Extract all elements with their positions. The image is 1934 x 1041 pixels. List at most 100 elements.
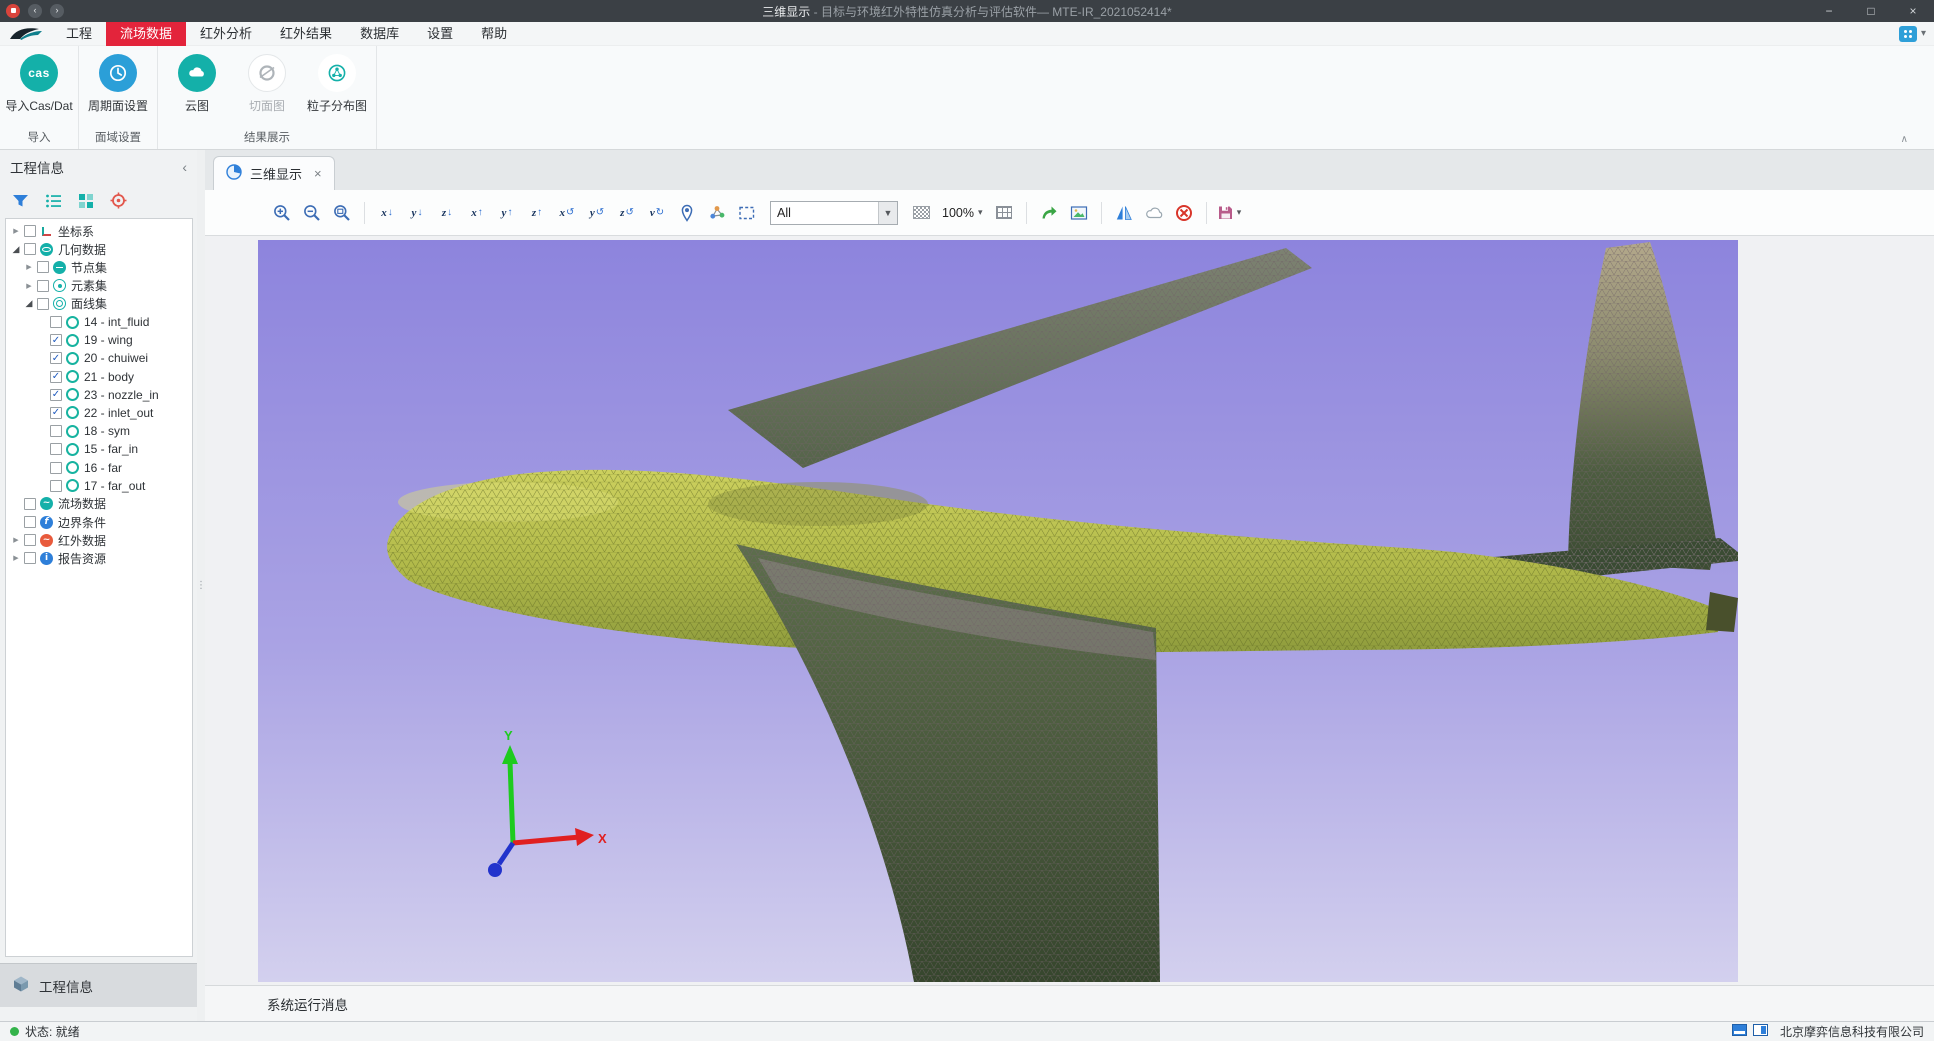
tree-checkbox[interactable] xyxy=(37,280,49,292)
menu-item-7[interactable]: 帮助 xyxy=(467,22,521,46)
panel-collapse-icon[interactable]: ‹ xyxy=(182,159,187,175)
tree-item-node-set[interactable]: ▶节点集 xyxy=(6,258,192,276)
view-x-button-7[interactable]: x↺ xyxy=(554,199,581,227)
tree-item-flow-field-data[interactable]: 流场数据 xyxy=(6,495,192,513)
tree-item-surface-23[interactable]: ✓23 - nozzle_in xyxy=(6,386,192,404)
tree-item-surface-17[interactable]: 17 - far_out xyxy=(6,477,192,495)
tree-checkbox[interactable] xyxy=(50,462,62,474)
tree-checkbox[interactable] xyxy=(37,261,49,273)
undo-button[interactable]: ‹ xyxy=(28,4,42,18)
quick-toolbar-icon[interactable] xyxy=(1899,26,1917,42)
node-display-button[interactable] xyxy=(704,199,731,227)
list-view-icon[interactable] xyxy=(45,193,62,209)
tree-expander-icon[interactable]: ▶ xyxy=(10,536,22,544)
app-menu-button[interactable] xyxy=(6,4,20,18)
snapshot-button[interactable] xyxy=(1065,199,1092,227)
tree-item-surface-18[interactable]: 18 - sym xyxy=(6,422,192,440)
tree-checkbox[interactable] xyxy=(24,225,36,237)
tab-3d-display[interactable]: 三维显示 × xyxy=(213,156,335,190)
ribbon-button-particle-distribution[interactable]: 粒子分布图 xyxy=(304,52,370,125)
save-chevron-icon[interactable]: ▾ xyxy=(1237,207,1242,218)
view-z-button-6[interactable]: z↑ xyxy=(524,199,551,227)
tree-checkbox[interactable] xyxy=(24,516,36,528)
view-x-button-4[interactable]: x↑ xyxy=(464,199,491,227)
tree-checkbox[interactable]: ✓ xyxy=(50,334,62,346)
tree-checkbox[interactable]: ✓ xyxy=(50,371,62,383)
tree-expander-icon[interactable]: ▶ xyxy=(10,227,22,235)
locate-target-icon[interactable] xyxy=(110,192,127,209)
tree-item-geometry-data[interactable]: ◢几何数据 xyxy=(6,240,192,258)
close-button[interactable]: × xyxy=(1892,0,1934,22)
filter-icon[interactable] xyxy=(12,193,29,209)
clear-display-button[interactable] xyxy=(1170,199,1197,227)
tree-item-coordinate-system[interactable]: ▶坐标系 xyxy=(6,222,192,240)
tree-expander-icon[interactable]: ▶ xyxy=(23,263,35,271)
view-y-button-5[interactable]: y↑ xyxy=(494,199,521,227)
tree-item-surface-14[interactable]: 14 - int_fluid xyxy=(6,313,192,331)
tree-item-boundary-conditions[interactable]: 边界条件 xyxy=(6,513,192,531)
view-x-button-1[interactable]: x↓ xyxy=(374,199,401,227)
menu-item-2[interactable]: 流场数据 xyxy=(106,22,186,46)
tree-item-surface-15[interactable]: 15 - far_in xyxy=(6,440,192,458)
tree-checkbox[interactable] xyxy=(50,316,62,328)
tree-item-element-set[interactable]: ▶元素集 xyxy=(6,277,192,295)
grid-button[interactable] xyxy=(990,199,1017,227)
ribbon-collapse-icon[interactable]: ∧ xyxy=(1901,134,1908,145)
menu-item-6[interactable]: 设置 xyxy=(413,22,467,46)
menu-item-4[interactable]: 红外结果 xyxy=(266,22,346,46)
ribbon-button-periodic-surface[interactable]: 周期面设置 xyxy=(85,52,151,125)
view-v-button-10[interactable]: v↻ xyxy=(644,199,671,227)
tree-checkbox[interactable]: ✓ xyxy=(50,352,62,364)
texture-button[interactable] xyxy=(908,199,935,227)
tree-checkbox[interactable] xyxy=(24,534,36,546)
tree-item-face-set[interactable]: ◢面线集 xyxy=(6,295,192,313)
tree-item-infrared-data[interactable]: ▶红外数据 xyxy=(6,531,192,549)
cloud-display-button[interactable] xyxy=(1140,199,1167,227)
tree-item-surface-16[interactable]: 16 - far xyxy=(6,458,192,476)
tree-item-surface-19[interactable]: ✓19 - wing xyxy=(6,331,192,349)
panel-layout-icon-1[interactable] xyxy=(1732,1024,1747,1039)
grid-view-icon[interactable] xyxy=(78,193,94,209)
menu-item-1[interactable]: 工程 xyxy=(52,22,106,46)
box-select-button[interactable] xyxy=(734,199,761,227)
view-z-button-9[interactable]: z↺ xyxy=(614,199,641,227)
panel-layout-icon-2[interactable] xyxy=(1753,1024,1768,1039)
zoom-level-dropdown[interactable]: 100% ▾ xyxy=(942,206,983,220)
zoom-out-button[interactable] xyxy=(299,199,326,227)
menu-item-5[interactable]: 数据库 xyxy=(346,22,413,46)
tree-expander-icon[interactable]: ◢ xyxy=(10,244,22,255)
tree-expander-icon[interactable]: ▶ xyxy=(23,282,35,290)
tree-item-surface-20[interactable]: ✓20 - chuiwei xyxy=(6,349,192,367)
minimize-button[interactable]: − xyxy=(1808,0,1850,22)
locate-button[interactable] xyxy=(674,199,701,227)
ribbon-button-contour-map[interactable]: 云图 xyxy=(164,52,230,125)
display-filter-select[interactable]: All ▼ xyxy=(770,201,898,225)
view-y-button-2[interactable]: y↓ xyxy=(404,199,431,227)
save-view-button[interactable]: ▾ xyxy=(1215,199,1242,227)
menu-item-3[interactable]: 红外分析 xyxy=(186,22,266,46)
tab-close-icon[interactable]: × xyxy=(314,166,322,181)
export-view-button[interactable] xyxy=(1035,199,1062,227)
view-z-button-3[interactable]: z↓ xyxy=(434,199,461,227)
ribbon-button-cas-import[interactable]: cas导入Cas/Dat xyxy=(6,52,72,125)
tree-expander-icon[interactable]: ◢ xyxy=(23,298,35,309)
tree-checkbox[interactable] xyxy=(37,298,49,310)
tree-item-surface-21[interactable]: ✓21 - body xyxy=(6,368,192,386)
zoom-fit-button[interactable] xyxy=(329,199,356,227)
tree-checkbox[interactable] xyxy=(50,443,62,455)
combo-dropdown-icon[interactable]: ▼ xyxy=(878,202,897,224)
zoom-in-button[interactable] xyxy=(269,199,296,227)
tree-checkbox[interactable] xyxy=(50,425,62,437)
tree-checkbox[interactable] xyxy=(24,552,36,564)
tree-checkbox[interactable] xyxy=(50,480,62,492)
tree-checkbox[interactable] xyxy=(24,498,36,510)
view-y-button-8[interactable]: y↺ xyxy=(584,199,611,227)
mirror-button[interactable] xyxy=(1110,199,1137,227)
toolbar-options-chevron-icon[interactable]: ▾ xyxy=(1921,28,1926,39)
tree-item-report-resources[interactable]: ▶报告资源 xyxy=(6,549,192,567)
redo-button[interactable]: › xyxy=(50,4,64,18)
panel-splitter[interactable]: ⋮ xyxy=(197,150,205,1021)
tree-item-surface-22[interactable]: ✓22 - inlet_out xyxy=(6,404,192,422)
tree-expander-icon[interactable]: ▶ xyxy=(10,554,22,562)
viewport-canvas[interactable]: Y X xyxy=(258,240,1738,982)
